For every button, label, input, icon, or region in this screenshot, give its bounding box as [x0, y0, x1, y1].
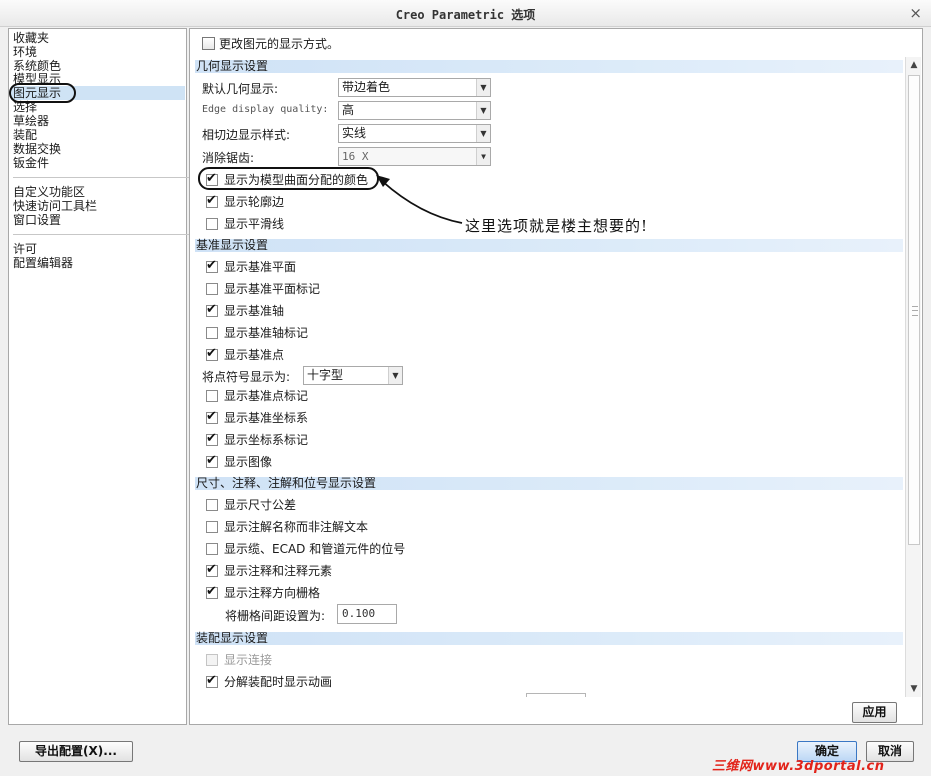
- section-geometry-display: 几何显示设置: [195, 60, 903, 73]
- section-datum-display: 基准显示设置: [195, 239, 903, 252]
- checkbox-silhouette-edges[interactable]: 显示轮廓边: [206, 193, 284, 210]
- sidebar-item-entity-display[interactable]: 图元显示: [11, 86, 185, 100]
- edge-quality-select[interactable]: 高 ▼: [338, 101, 491, 120]
- category-sidebar: 收藏夹 环境 系统颜色 模型显示 图元显示 选择 草绘器 装配 数据交换 钣金件…: [8, 28, 189, 725]
- export-config-button[interactable]: 导出配置(X)...: [19, 741, 133, 762]
- point-symbol-label: 将点符号显示为:: [202, 370, 291, 384]
- sidebar-item-sheetmetal[interactable]: 钣金件: [13, 156, 49, 170]
- sidebar-item-quick-access[interactable]: 快速访问工具栏: [13, 199, 97, 213]
- checkbox-datum-axes[interactable]: 显示基准轴: [206, 302, 284, 319]
- checkbox-smooth-lines[interactable]: 显示平滑线: [206, 215, 284, 232]
- sidebar-item-config-editor[interactable]: 配置编辑器: [13, 256, 73, 270]
- section-annotation-display: 尺寸、注释、注解和位号显示设置: [195, 477, 903, 490]
- sidebar-item-selection[interactable]: 选择: [13, 100, 37, 114]
- checkbox-datum-plane-tags[interactable]: 显示基准平面标记: [206, 280, 320, 297]
- grid-spacing-label: 将栅格间距设置为:: [225, 609, 326, 623]
- chevron-down-icon: ▼: [388, 367, 402, 384]
- default-geometry-select[interactable]: 带边着色 ▼: [338, 78, 491, 97]
- checkbox-ref-designators[interactable]: 显示缆、ECAD 和管道元件的位号: [206, 540, 405, 557]
- checkbox-dim-tolerances[interactable]: 显示尺寸公差: [206, 496, 296, 513]
- chevron-down-icon: ▼: [476, 125, 490, 142]
- checkbox-show-connections[interactable]: 显示连接: [206, 651, 272, 668]
- sidebar-item-favorites[interactable]: 收藏夹: [13, 31, 49, 45]
- scroll-up-icon[interactable]: ▲: [906, 57, 922, 73]
- antialias-select[interactable]: 16 X ▼: [338, 147, 491, 166]
- sidebar-item-sketcher[interactable]: 草绘器: [13, 114, 49, 128]
- tangent-edge-label: 相切边显示样式:: [202, 128, 291, 142]
- edge-quality-label: Edge display quality:: [202, 104, 329, 115]
- sidebar-item-window-settings[interactable]: 窗口设置: [13, 213, 61, 227]
- scroll-down-icon[interactable]: ▼: [906, 681, 922, 697]
- chevron-down-icon: ▼: [476, 102, 490, 119]
- title-bar: Creo Parametric 选项 ×: [0, 0, 931, 27]
- checkbox-datum-csys[interactable]: 显示基准坐标系: [206, 409, 308, 426]
- checkbox-datum-point-tags[interactable]: 显示基准点标记: [206, 387, 308, 404]
- section-assembly-display: 装配显示设置: [195, 632, 903, 645]
- scroll-thumb[interactable]: [908, 75, 920, 545]
- callout-arrow: [376, 175, 463, 224]
- checkbox-datum-axis-tags[interactable]: 显示基准轴标记: [206, 324, 308, 341]
- tangent-edge-select[interactable]: 实线 ▼: [338, 124, 491, 143]
- default-geometry-label: 默认几何显示:: [202, 82, 279, 96]
- checkbox-datum-points[interactable]: 显示基准点: [206, 346, 284, 363]
- callout-text: 这里选项就是楼主想要的!: [465, 217, 649, 235]
- close-icon[interactable]: ×: [909, 4, 922, 22]
- intro-text: 更改图元的显示方式。: [202, 35, 339, 52]
- vertical-scrollbar[interactable]: ▲ ▼: [905, 57, 921, 697]
- checkbox-annotations[interactable]: 显示注释和注释元素: [206, 562, 332, 579]
- checkbox-datum-planes[interactable]: 显示基准平面: [206, 258, 296, 275]
- checkbox-surface-colors[interactable]: 显示为模型曲面分配的颜色: [206, 171, 368, 188]
- chevron-down-icon: ▼: [476, 79, 490, 96]
- partial-field: [526, 693, 586, 697]
- apply-button[interactable]: 应用: [852, 702, 897, 723]
- sidebar-item-environment[interactable]: 环境: [13, 45, 37, 59]
- entity-display-icon: [202, 37, 215, 50]
- sidebar-divider: [13, 234, 189, 235]
- chevron-down-icon: ▼: [476, 148, 490, 165]
- sidebar-divider: [13, 177, 189, 178]
- sidebar-item-assembly[interactable]: 装配: [13, 128, 37, 142]
- checkbox-csys-tags[interactable]: 显示坐标系标记: [206, 431, 308, 448]
- sidebar-item-data-exchange[interactable]: 数据交换: [13, 142, 61, 156]
- checkbox-annotation-names[interactable]: 显示注解名称而非注解文本: [206, 518, 368, 535]
- antialias-label: 消除锯齿:: [202, 151, 255, 165]
- checkbox-explode-animation[interactable]: 分解装配时显示动画: [206, 673, 332, 690]
- sidebar-item-license[interactable]: 许可: [13, 242, 37, 256]
- point-symbol-select[interactable]: 十字型 ▼: [303, 366, 403, 385]
- site-watermark: 三维网www.3dportal.cn: [712, 759, 885, 774]
- window-title: Creo Parametric 选项: [395, 8, 536, 22]
- checkbox-show-images[interactable]: 显示图像: [206, 453, 272, 470]
- sidebar-item-system-colors[interactable]: 系统颜色: [13, 59, 61, 73]
- sidebar-item-model-display[interactable]: 模型显示: [13, 72, 61, 86]
- sidebar-item-customize-ribbon[interactable]: 自定义功能区: [13, 185, 85, 199]
- grid-spacing-input[interactable]: 0.100: [337, 604, 397, 624]
- settings-panel: 更改图元的显示方式。 几何显示设置 默认几何显示: 带边着色 ▼ Edge dis…: [189, 28, 923, 725]
- settings-scroll-area[interactable]: 几何显示设置 默认几何显示: 带边着色 ▼ Edge display qualit…: [190, 57, 905, 697]
- checkbox-annotation-grid[interactable]: 显示注释方向栅格: [206, 584, 320, 601]
